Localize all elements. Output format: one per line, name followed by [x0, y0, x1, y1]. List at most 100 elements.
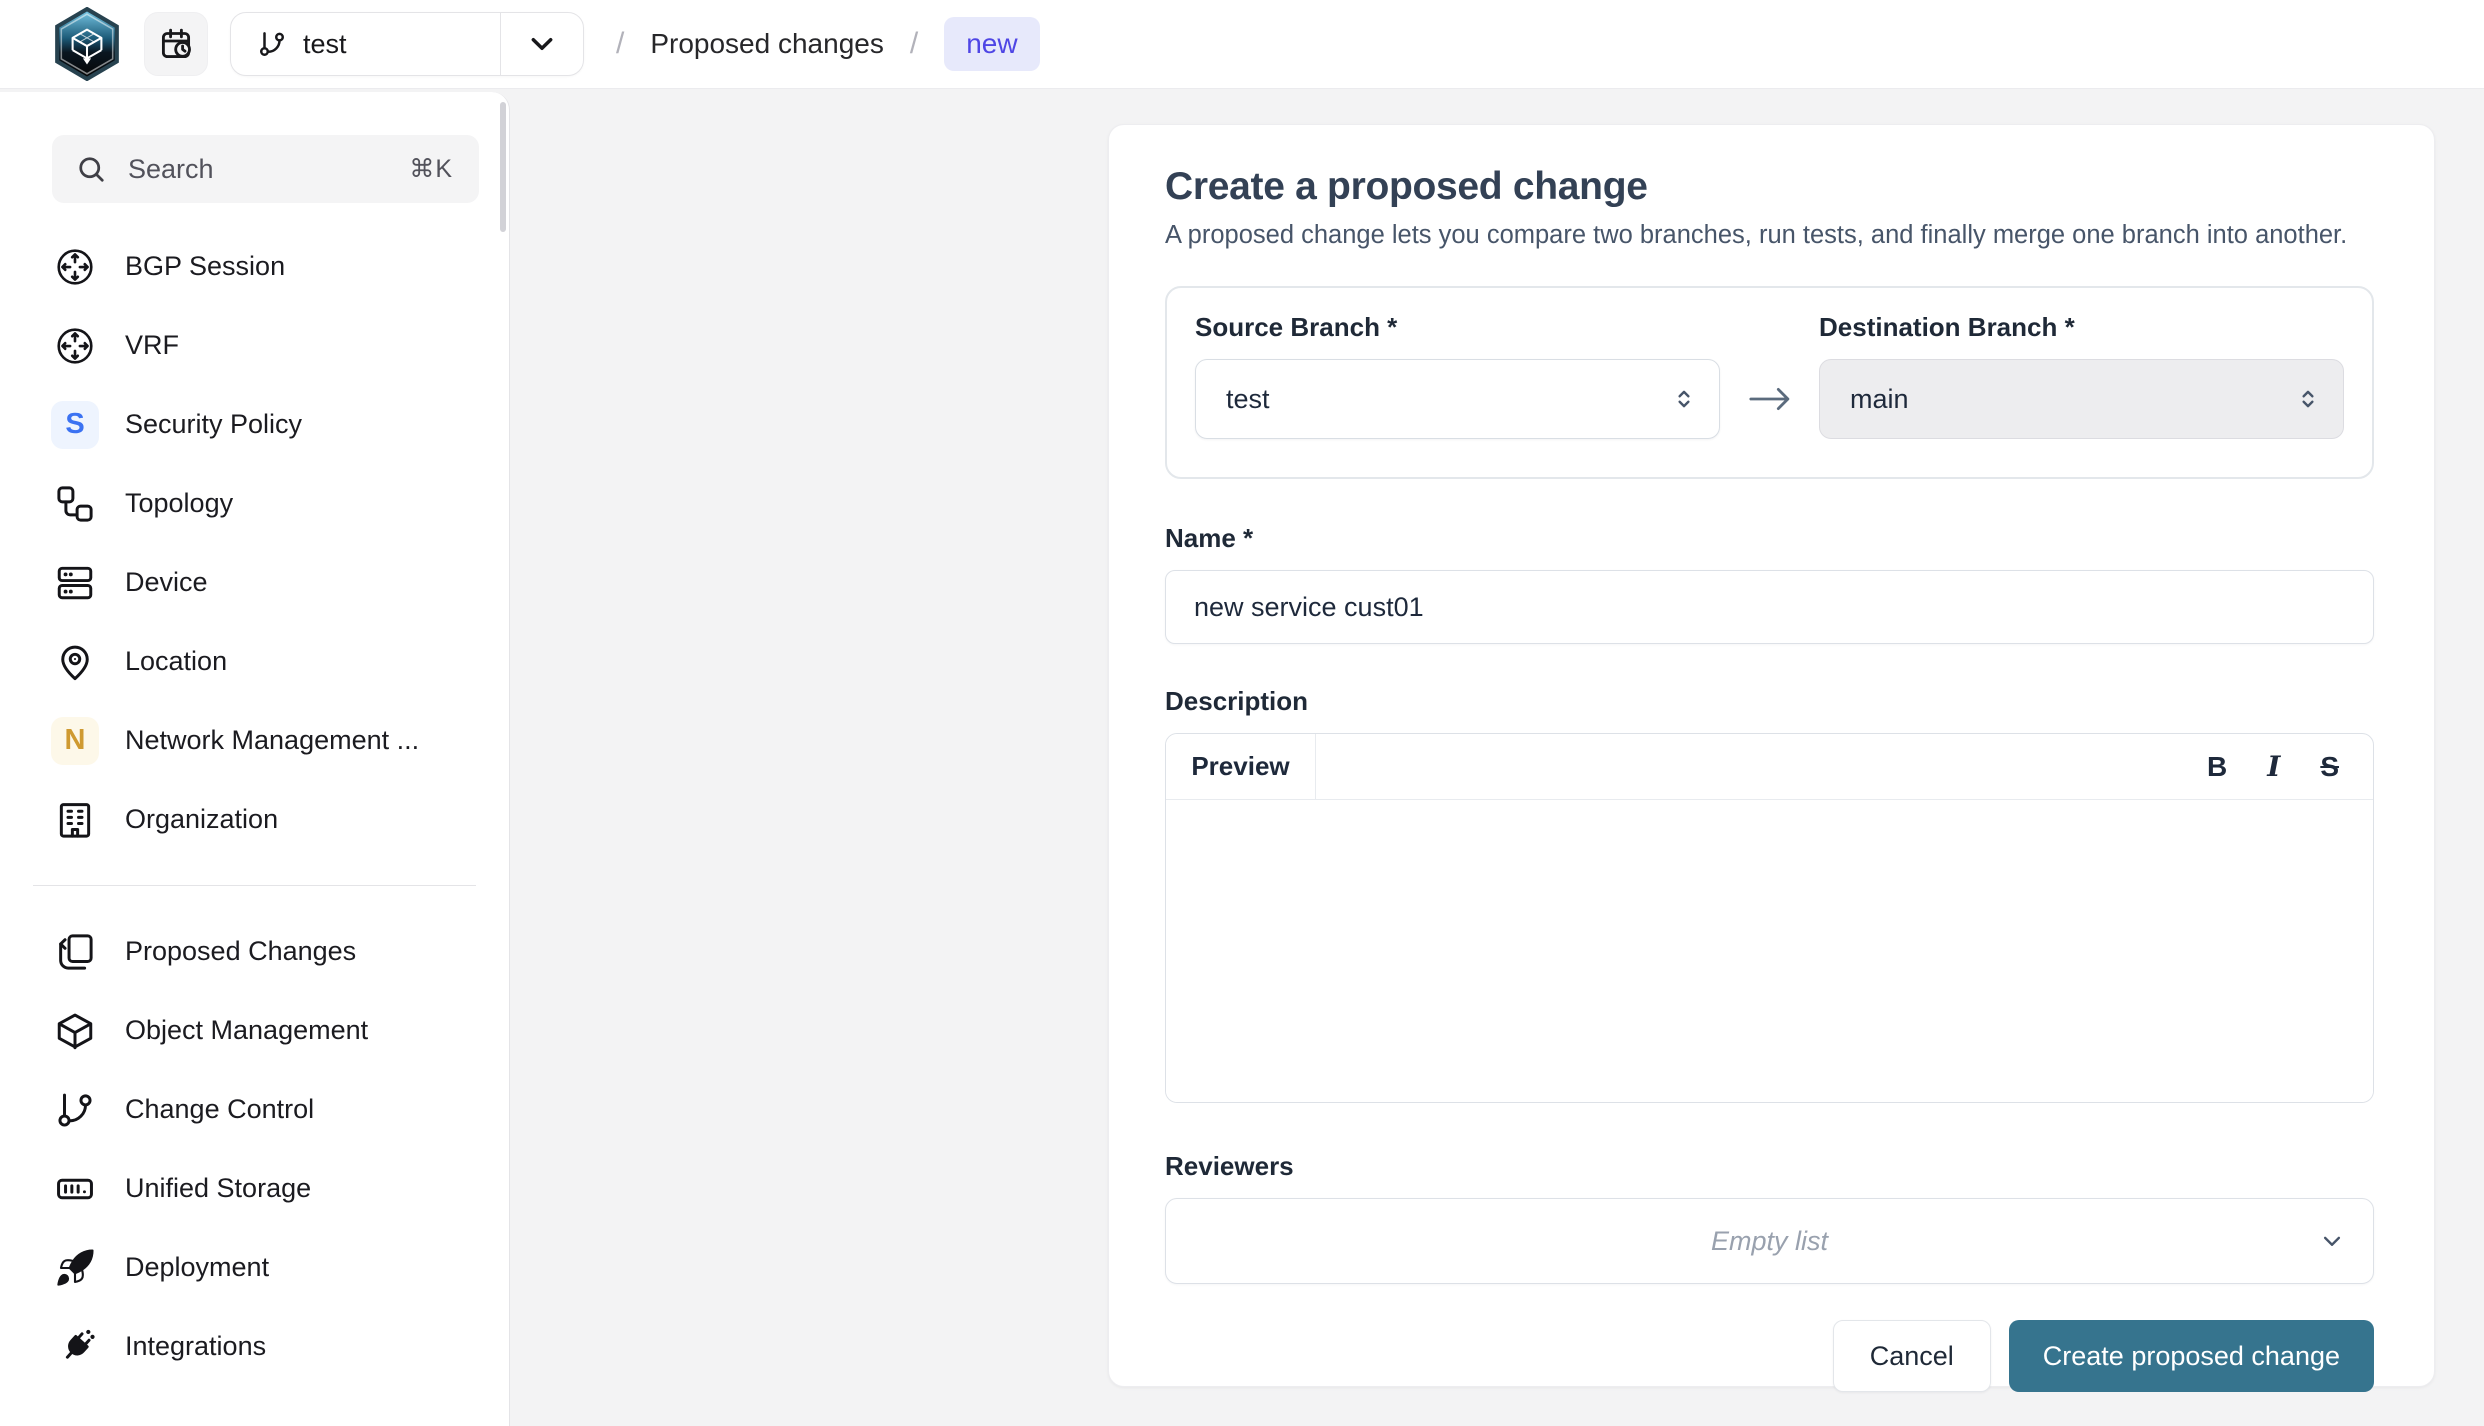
sidebar-item-label: Security Policy [125, 409, 302, 440]
sidebar-item-label: Proposed Changes [125, 936, 356, 967]
name-field-block: Name * [1165, 523, 2374, 644]
sidebar-item-vrf[interactable]: VRF [0, 306, 509, 385]
sidebar-item-unified-storage[interactable]: Unified Storage [0, 1149, 509, 1228]
sidebar-item-bgp-session[interactable]: BGP Session [0, 227, 509, 306]
arrow-right-icon [1720, 359, 1819, 439]
chevron-down-icon [2317, 1226, 2347, 1256]
reviewers-label: Reviewers [1165, 1151, 2374, 1182]
search-icon [76, 154, 106, 184]
sidebar-item-label: Change Control [125, 1094, 314, 1125]
sidebar-item-label: Network Management ... [125, 725, 419, 756]
sidebar-divider [33, 885, 476, 886]
source-branch-field: Source Branch * test [1195, 312, 1720, 439]
plug-icon [51, 1323, 99, 1371]
name-input[interactable] [1165, 570, 2374, 644]
breadcrumb: / Proposed changes / new [616, 17, 1040, 71]
git-branch-icon [257, 29, 287, 59]
name-label: Name * [1165, 523, 2374, 554]
select-stepper-icon [1669, 384, 1699, 414]
reviewers-placeholder: Empty list [1711, 1226, 1828, 1257]
building-icon [51, 796, 99, 844]
reviewers-select[interactable]: Empty list [1165, 1198, 2374, 1284]
destination-branch-field: Destination Branch * main [1819, 312, 2344, 439]
sidebar-item-device[interactable]: Device [0, 543, 509, 622]
cancel-button[interactable]: Cancel [1833, 1320, 1991, 1392]
sidebar-item-label: Location [125, 646, 227, 677]
source-branch-label: Source Branch * [1195, 312, 1720, 343]
sidebar-item-proposed-changes[interactable]: Proposed Changes [0, 912, 509, 991]
description-label: Description [1165, 686, 2374, 717]
description-editor: Preview B I S [1165, 733, 2374, 1103]
letter-s-badge-icon: S [51, 401, 99, 449]
breadcrumb-proposed-changes[interactable]: Proposed changes [650, 28, 884, 60]
search-shortcut: ⌘K [409, 154, 453, 184]
source-branch-value: test [1226, 384, 1270, 415]
sidebar-nav: BGP Session VRF S Security Policy [0, 227, 509, 1386]
file-diff-icon [51, 928, 99, 976]
rocket-icon [51, 1244, 99, 1292]
storage-icon [51, 1165, 99, 1213]
sidebar: Search ⌘K BGP Session [0, 92, 510, 1426]
create-proposed-change-button[interactable]: Create proposed change [2009, 1320, 2374, 1392]
sidebar-item-deployment[interactable]: Deployment [0, 1228, 509, 1307]
sidebar-item-label: Object Management [125, 1015, 368, 1046]
app-root: test / Proposed changes / new [0, 0, 2484, 1426]
description-editor-toolbar: Preview B I S [1166, 734, 2373, 800]
breadcrumb-current-badge: new [944, 17, 1039, 71]
branch-selector[interactable]: test [230, 12, 584, 76]
topbar: test / Proposed changes / new [0, 0, 2484, 89]
destination-branch-value: main [1850, 384, 1909, 415]
sidebar-item-organization[interactable]: Organization [0, 780, 509, 859]
sidebar-item-label: Unified Storage [125, 1173, 311, 1204]
chevron-down-icon [526, 28, 558, 60]
destination-branch-select[interactable]: main [1819, 359, 2344, 439]
branch-selector-value: test [231, 13, 501, 75]
search-placeholder: Search [128, 154, 387, 185]
breadcrumb-separator: / [616, 27, 624, 61]
infrahub-logo[interactable] [54, 7, 120, 81]
description-preview-area [1166, 800, 2373, 1102]
tab-preview[interactable]: Preview [1166, 734, 1316, 799]
branch-selector-dropdown[interactable] [501, 13, 583, 75]
sidebar-item-label: Deployment [125, 1252, 269, 1283]
page-title: Create a proposed change [1165, 165, 2374, 209]
form-actions: Cancel Create proposed change [1165, 1320, 2374, 1392]
sidebar-item-topology[interactable]: Topology [0, 464, 509, 543]
sidebar-item-network-management[interactable]: N Network Management ... [0, 701, 509, 780]
source-branch-select[interactable]: test [1195, 359, 1720, 439]
sidebar-item-label: BGP Session [125, 251, 285, 282]
branch-selection-panel: Source Branch * test [1165, 286, 2374, 479]
create-proposed-change-card: Create a proposed change A proposed chan… [1108, 124, 2435, 1387]
sidebar-item-label: Topology [125, 488, 233, 519]
select-stepper-icon [2293, 384, 2323, 414]
sidebar-item-integrations[interactable]: Integrations [0, 1307, 509, 1386]
description-field-block: Description Preview B I S [1165, 686, 2374, 1103]
sidebar-item-security-policy[interactable]: S Security Policy [0, 385, 509, 464]
time-travel-button[interactable] [144, 12, 208, 76]
sidebar-item-label: Organization [125, 804, 278, 835]
map-pin-icon [51, 638, 99, 686]
logo-hexagon-icon [54, 7, 120, 81]
sidebar-item-label: Integrations [125, 1331, 266, 1362]
sidebar-item-label: Device [125, 567, 208, 598]
bold-button[interactable]: B [2207, 753, 2227, 781]
page-subtitle: A proposed change lets you compare two b… [1165, 221, 2374, 250]
italic-button[interactable]: I [2267, 753, 2280, 781]
sidebar-item-location[interactable]: Location [0, 622, 509, 701]
router-icon [51, 243, 99, 291]
sidebar-scrollbar-thumb[interactable] [500, 102, 506, 232]
breadcrumb-separator: / [910, 27, 918, 61]
calendar-clock-icon [158, 26, 194, 62]
strikethrough-button[interactable]: S [2320, 753, 2339, 781]
branch-name: test [303, 29, 347, 60]
sidebar-item-change-control[interactable]: Change Control [0, 1070, 509, 1149]
workflow-icon [51, 480, 99, 528]
sidebar-item-object-management[interactable]: Object Management [0, 991, 509, 1070]
formatting-tools: B I S [2173, 734, 2373, 799]
search-input[interactable]: Search ⌘K [52, 135, 479, 203]
git-branch-icon [51, 1086, 99, 1134]
router-icon [51, 322, 99, 370]
server-icon [51, 559, 99, 607]
letter-n-badge-icon: N [51, 717, 99, 765]
destination-branch-label: Destination Branch * [1819, 312, 2344, 343]
